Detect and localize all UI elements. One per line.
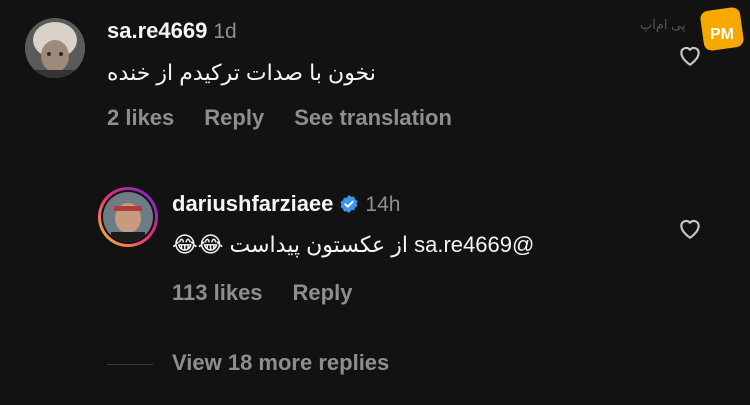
verified-badge-icon [339,194,359,219]
view-more-replies-button[interactable]: View 18 more replies [172,350,389,376]
see-translation-button[interactable]: See translation [294,105,452,130]
avatar[interactable] [25,18,85,78]
reply-button[interactable]: Reply [293,280,353,305]
avatar-photo-icon [25,18,85,78]
comment-time: 14h [365,193,401,216]
avatar-photo-icon [103,192,153,242]
replies-divider [107,364,153,365]
like-heart-icon[interactable] [677,216,703,240]
pm-logo-text: PM [710,26,734,43]
watermark-text: پی ام‌اپ [640,17,686,32]
username[interactable]: dariushfarziaee [172,191,333,216]
reply-button[interactable]: Reply [204,105,264,130]
pm-logo-icon: PM [698,5,746,53]
comment-header: sa.re4669 1d [107,18,237,44]
likes-count[interactable]: 113 likes [172,280,263,305]
comment-header: dariushfarziaee 14h [172,191,400,219]
comment-actions: 113 likes Reply [172,280,382,306]
likes-count[interactable]: 2 likes [107,105,174,130]
avatar[interactable] [98,187,158,247]
like-heart-icon[interactable] [677,43,703,67]
comment-actions: 2 likes Reply See translation [107,105,482,131]
username[interactable]: sa.re4669 [107,18,207,43]
comment-text: نخون با صدات ترکیدم از خنده [107,60,376,85]
comment-time: 1d [213,20,237,43]
comment-text: @sa.re4669 از عکستون پیداست 😂😂 [172,232,535,257]
